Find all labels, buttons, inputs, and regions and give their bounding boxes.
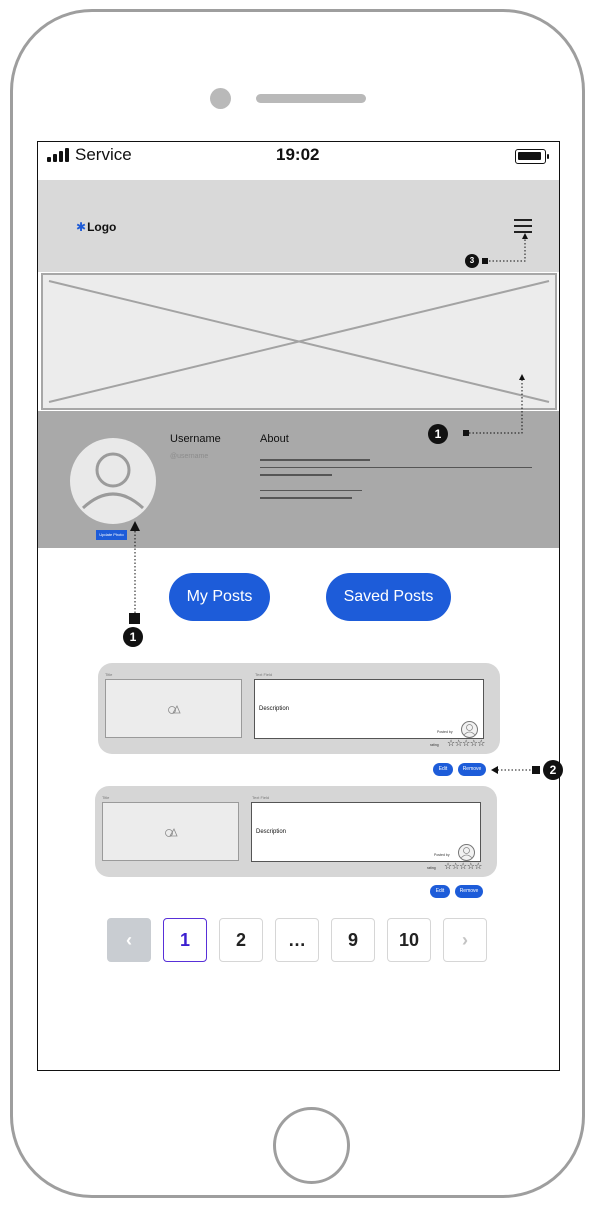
- user-icon: [81, 452, 145, 510]
- logo[interactable]: ✱Logo: [76, 220, 116, 234]
- posted-by-label: Posted by: [434, 853, 450, 857]
- poster-avatar[interactable]: [461, 721, 478, 738]
- rating-label: rating: [427, 866, 436, 870]
- about-text-placeholder: [260, 459, 532, 505]
- app-header: ✱Logo: [38, 180, 559, 272]
- post-text-field-label: Text Field: [255, 672, 273, 677]
- camera: [210, 88, 231, 109]
- annotation-anchor: [463, 430, 469, 436]
- remove-button[interactable]: Remove: [458, 763, 486, 776]
- pagination-prev-button[interactable]: ‹: [107, 918, 151, 962]
- profile-avatar[interactable]: [70, 438, 156, 524]
- annotation-anchor: [482, 258, 488, 264]
- update-photo-button[interactable]: Update Photo: [96, 530, 127, 540]
- rating-label: rating: [430, 743, 439, 747]
- post-description: Description: [256, 829, 287, 835]
- post-description: Description: [259, 706, 290, 712]
- my-posts-button[interactable]: My Posts: [169, 573, 270, 621]
- logo-text: Logo: [87, 220, 117, 234]
- post-text-field[interactable]: Description Posted by: [251, 802, 481, 862]
- annotation-marker-1: 1: [428, 424, 448, 444]
- annotation-marker-2: 2: [543, 760, 563, 780]
- image-placeholder-icon: [48, 280, 550, 403]
- pagination-page-2[interactable]: 2: [219, 918, 263, 962]
- logo-star-icon: ✱: [76, 220, 87, 234]
- annotation-marker-1: 1: [123, 627, 143, 647]
- pagination-next-button[interactable]: ›: [443, 918, 487, 962]
- status-time: 19:02: [276, 145, 320, 164]
- profile-handle: @username: [170, 453, 209, 460]
- poster-avatar[interactable]: [458, 844, 475, 861]
- post-title-label: Title: [102, 795, 110, 800]
- screen: Service 19:02 ✱Logo Update Photo Usernam…: [37, 141, 560, 1071]
- edit-button[interactable]: Edit: [430, 885, 450, 898]
- status-bar: Service 19:02: [38, 142, 559, 179]
- post-image-placeholder[interactable]: [102, 802, 239, 861]
- annotation-anchor: [129, 613, 140, 624]
- battery-icon: [515, 149, 549, 164]
- post-title-label: Title: [105, 672, 113, 677]
- about-title: About: [260, 433, 289, 445]
- image-icon: [164, 827, 178, 837]
- post-card: Title Text Field Description Posted by r…: [98, 663, 500, 754]
- annotation-anchor: [532, 766, 540, 774]
- home-button[interactable]: [273, 1107, 350, 1184]
- image-icon: [167, 704, 181, 714]
- rating-stars[interactable]: ☆☆☆☆☆: [444, 861, 482, 872]
- signal-icon: [47, 148, 69, 162]
- user-icon: [463, 724, 476, 736]
- pagination-page-1[interactable]: 1: [163, 918, 207, 962]
- cover-image-placeholder[interactable]: [41, 273, 557, 410]
- post-text-field-label: Text Field: [252, 795, 270, 800]
- speaker: [256, 94, 366, 103]
- annotation-marker-3: 3: [465, 254, 479, 268]
- hamburger-menu-icon[interactable]: [514, 219, 532, 233]
- user-icon: [460, 847, 473, 859]
- profile-section: Update Photo Username @username About: [38, 411, 559, 548]
- post-card: Title Text Field Description Posted by r…: [95, 786, 497, 877]
- remove-button[interactable]: Remove: [455, 885, 483, 898]
- post-image-placeholder[interactable]: [105, 679, 242, 738]
- pagination-ellipsis: …: [275, 918, 319, 962]
- edit-button[interactable]: Edit: [433, 763, 453, 776]
- rating-stars[interactable]: ☆☆☆☆☆: [447, 738, 485, 749]
- post-text-field[interactable]: Description Posted by: [254, 679, 484, 739]
- pagination-page-10[interactable]: 10: [387, 918, 431, 962]
- saved-posts-button[interactable]: Saved Posts: [326, 573, 451, 621]
- carrier-name: Service: [75, 145, 132, 164]
- posted-by-label: Posted by: [437, 730, 453, 734]
- profile-username: Username: [170, 433, 221, 445]
- pagination-page-9[interactable]: 9: [331, 918, 375, 962]
